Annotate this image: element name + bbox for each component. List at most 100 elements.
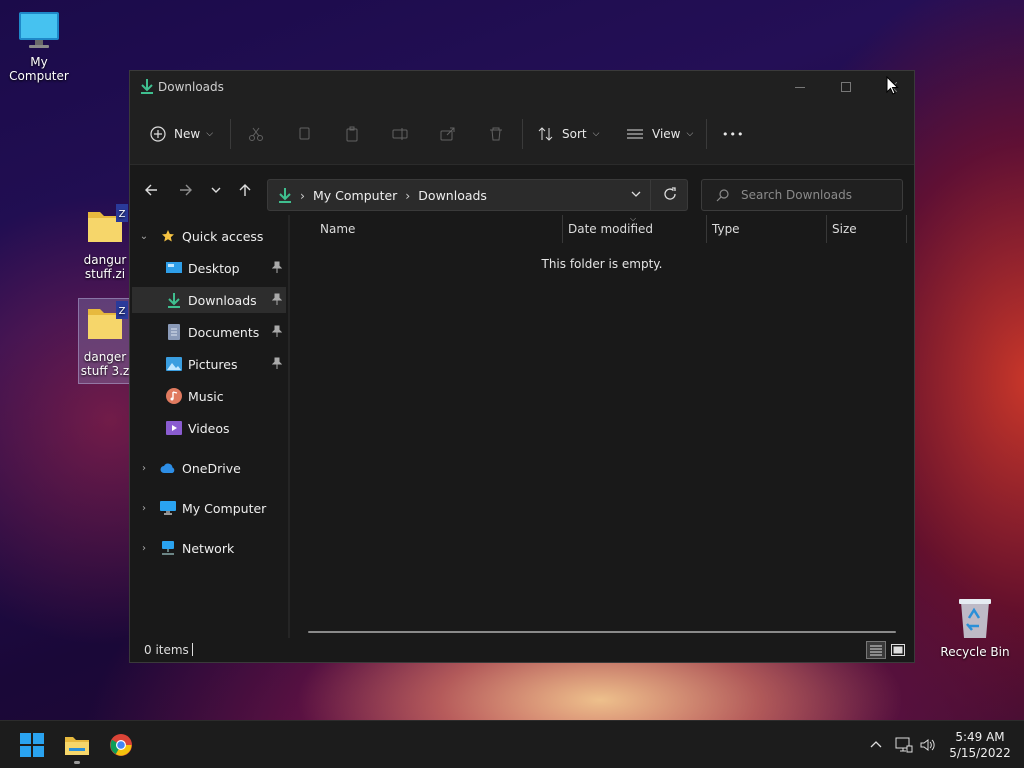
empty-folder-message: This folder is empty. <box>541 257 663 271</box>
paste-button[interactable] <box>344 119 360 149</box>
rename-button[interactable] <box>392 119 408 149</box>
taskbar-chrome-button[interactable] <box>105 729 137 761</box>
pin-icon <box>271 261 283 276</box>
delete-button[interactable] <box>488 119 504 149</box>
column-header-name[interactable]: Name <box>320 215 355 243</box>
show-hidden-icons-button[interactable] <box>866 735 886 755</box>
chevron-down-icon[interactable]: ⌄ <box>138 231 150 242</box>
new-button-label: New <box>174 127 201 141</box>
sort-button[interactable]: Sort ⌵ <box>538 119 599 149</box>
breadcrumb-my-computer[interactable]: My Computer <box>313 188 397 203</box>
column-separator[interactable] <box>706 215 707 243</box>
column-header-date-modified[interactable]: Date modified <box>568 215 653 243</box>
up-button[interactable] <box>232 177 258 203</box>
sidebar-item-downloads[interactable]: Downloads <box>132 287 286 313</box>
plus-circle-icon <box>150 126 166 142</box>
search-box[interactable] <box>701 179 903 211</box>
details-view-button[interactable] <box>866 641 886 659</box>
sidebar-item-videos[interactable]: Videos <box>132 415 286 441</box>
status-separator <box>192 643 193 656</box>
breadcrumb-separator: › <box>300 187 305 203</box>
sidebar-item-pictures[interactable]: Pictures <box>132 351 286 377</box>
network-icon <box>160 540 176 556</box>
chevron-down-icon: ⌵ <box>686 129 694 139</box>
start-button[interactable] <box>16 729 48 761</box>
search-input[interactable] <box>741 188 901 202</box>
chevron-up-icon <box>870 741 882 748</box>
pin-icon <box>271 293 283 308</box>
recent-locations-button[interactable] <box>203 177 229 203</box>
share-button[interactable] <box>440 119 456 149</box>
chrome-icon <box>110 734 132 756</box>
desktop-icon-recycle-bin[interactable]: Recycle Bin <box>937 596 1013 659</box>
chevron-right-icon[interactable]: › <box>138 503 150 514</box>
network-icon <box>895 737 913 753</box>
column-separator[interactable] <box>906 215 907 243</box>
chevron-right-icon[interactable]: › <box>138 463 150 474</box>
back-button[interactable] <box>138 177 164 203</box>
breadcrumb-downloads[interactable]: Downloads <box>418 188 487 203</box>
copy-button[interactable] <box>296 119 312 149</box>
arrow-up-icon <box>239 184 251 196</box>
more-options-button[interactable]: ••• <box>722 119 744 149</box>
sort-indicator-icon: ⌵ <box>630 214 637 223</box>
column-header-label: Date modified <box>568 222 654 236</box>
zip-folder-icon: Z <box>88 204 128 242</box>
sidebar-item-documents[interactable]: Documents <box>132 319 286 345</box>
sidebar-item-onedrive[interactable]: › OneDrive <box>132 455 286 481</box>
sidebar-item-label: OneDrive <box>182 460 241 476</box>
horizontal-scrollbar[interactable] <box>308 631 896 633</box>
folder-icon <box>65 737 89 755</box>
taskbar-file-explorer-button[interactable] <box>61 729 93 761</box>
title-bar[interactable]: Downloads <box>130 71 914 103</box>
cut-button[interactable] <box>248 119 264 149</box>
chevron-right-icon[interactable]: › <box>138 543 150 554</box>
command-bar: New ⌵ Sort ⌵ View ⌵ ••• <box>130 103 914 165</box>
sidebar-item-label: Pictures <box>188 356 238 372</box>
maximize-button[interactable] <box>823 71 869 103</box>
desktop-icon-zip-file-selected[interactable]: Z danger stuff 3.z <box>78 298 132 384</box>
column-header-type[interactable]: Type <box>712 215 740 243</box>
desktop-icon-label: danger <box>83 350 127 364</box>
system-clock[interactable]: 5:49 AM 5/15/2022 <box>940 729 1020 761</box>
chevron-down-icon: ⌵ <box>206 129 214 139</box>
thumbnail-view-button[interactable] <box>888 641 908 659</box>
download-icon <box>278 187 292 203</box>
network-tray-button[interactable] <box>894 735 914 755</box>
clipboard-icon <box>346 126 358 142</box>
forward-button[interactable] <box>173 177 199 203</box>
breadcrumb-separator: › <box>405 187 411 203</box>
chevron-down-icon <box>211 187 221 193</box>
column-separator[interactable] <box>826 215 827 243</box>
view-button[interactable]: View ⌵ <box>626 119 693 149</box>
address-dropdown-button[interactable] <box>630 188 642 203</box>
volume-tray-button[interactable] <box>918 735 938 755</box>
minimize-button[interactable] <box>777 71 823 103</box>
navigation-pane: ⌄ Quick access Desktop Downloads Documen… <box>130 215 288 639</box>
column-separator[interactable] <box>562 215 563 243</box>
column-header-size[interactable]: Size <box>832 215 857 243</box>
sidebar-item-my-computer[interactable]: › My Computer <box>132 495 286 521</box>
desktop-icon-zip-file[interactable]: Z dangur stuff.zi <box>79 202 131 281</box>
column-header-label: Size <box>832 222 857 236</box>
rename-icon <box>392 128 408 140</box>
item-count: 0 items <box>144 643 189 657</box>
clock-time: 5:49 AM <box>955 730 1005 744</box>
desktop-icon-my-computer[interactable]: My Computer <box>1 10 77 83</box>
windows-logo-icon <box>20 733 44 757</box>
refresh-button[interactable] <box>663 187 677 204</box>
new-button[interactable]: New ⌵ <box>150 119 213 149</box>
window-title: Downloads <box>158 80 224 94</box>
recycle-bin-icon <box>959 599 991 638</box>
sidebar-item-quick-access[interactable]: ⌄ Quick access <box>132 223 286 249</box>
sidebar-item-label: My Computer <box>182 500 267 516</box>
column-header-label: Name <box>320 222 356 236</box>
navigation-bar: › My Computer › Downloads <box>130 165 914 215</box>
sidebar-item-desktop[interactable]: Desktop <box>132 255 286 281</box>
sidebar-item-network[interactable]: › Network <box>132 535 286 561</box>
address-bar[interactable]: › My Computer › Downloads <box>267 179 688 211</box>
pin-icon <box>271 325 283 340</box>
sidebar-item-music[interactable]: Music <box>132 383 286 409</box>
document-icon <box>166 324 182 340</box>
desktop-icon-label: stuff.zi <box>84 267 126 281</box>
